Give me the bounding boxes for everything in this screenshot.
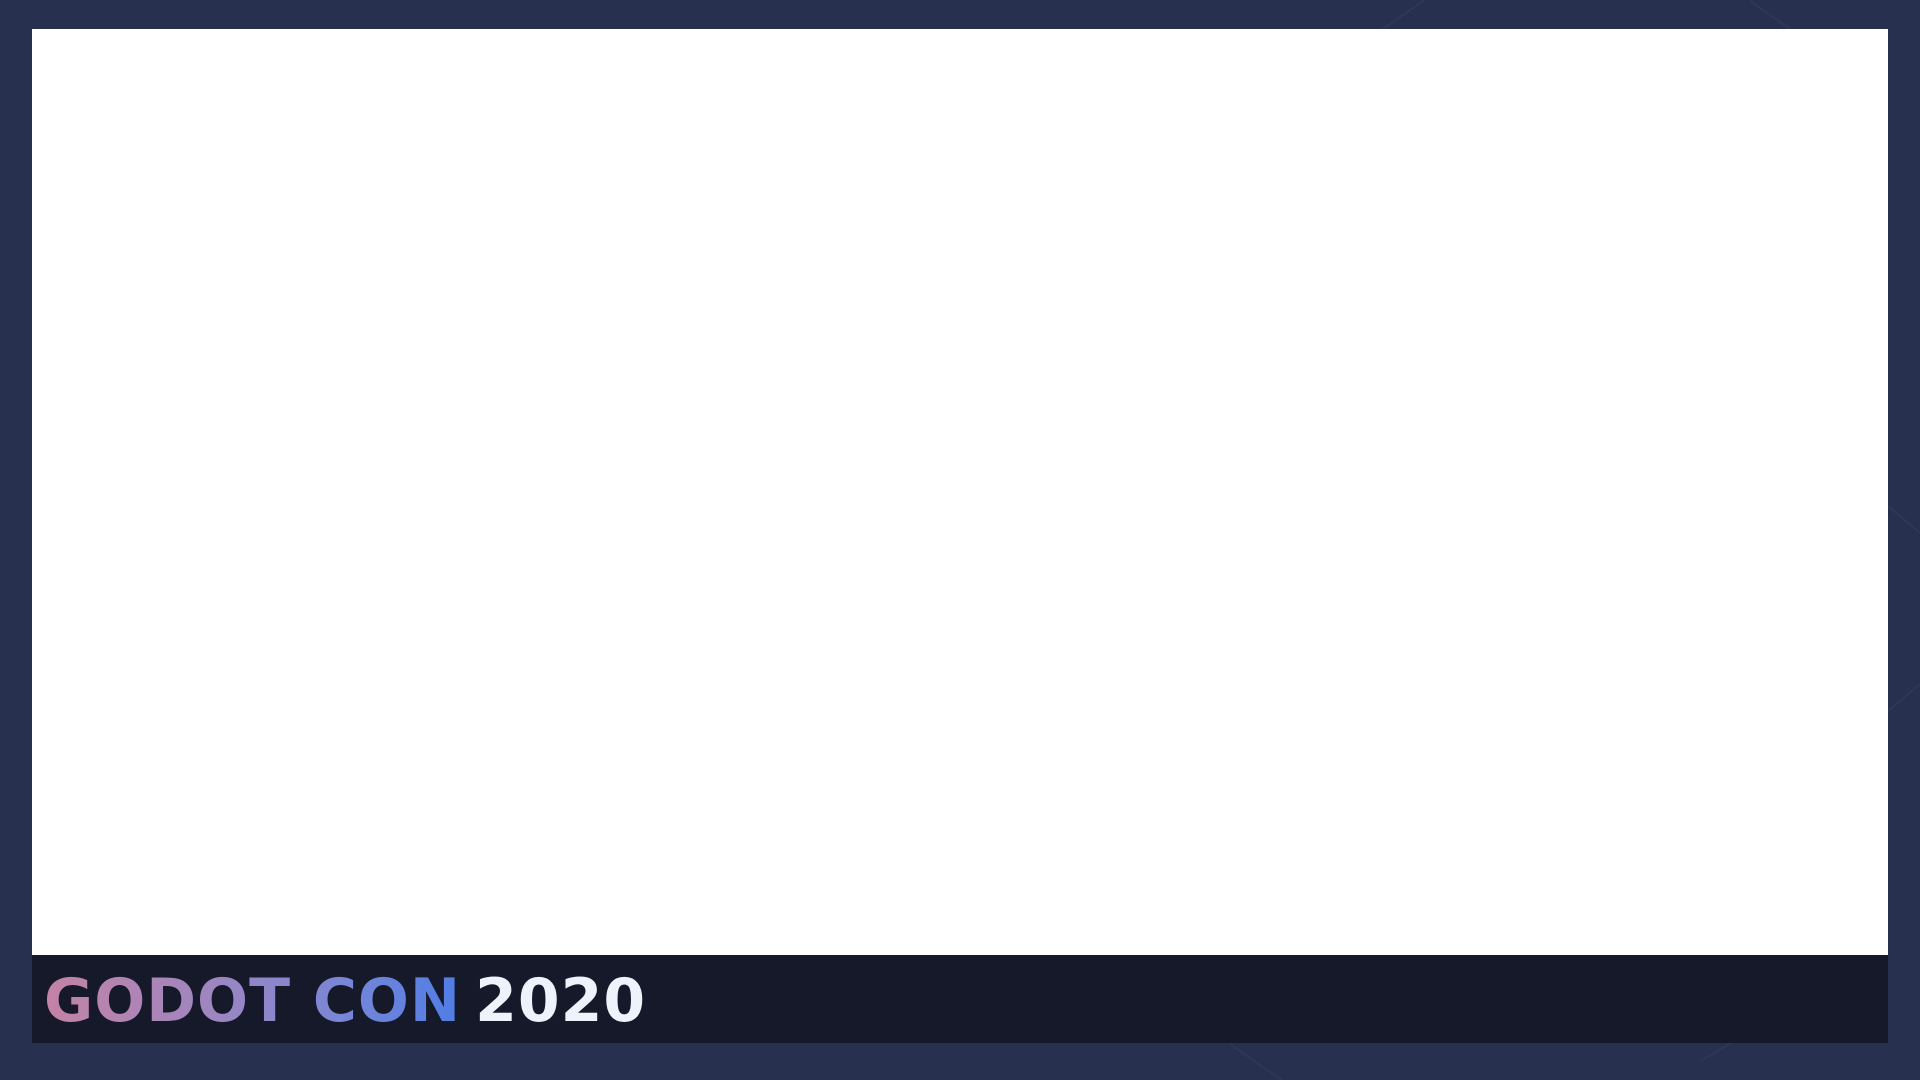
event-name: GODOT CON (44, 966, 462, 1036)
video-content-area (32, 29, 1888, 955)
stream-overlay-frame: GODOT CON 2020 (0, 0, 1920, 1080)
decorative-line (1887, 505, 1920, 546)
decorative-line (1229, 1043, 1297, 1080)
decorative-line (1887, 671, 1920, 712)
decorative-line (1379, 0, 1455, 32)
event-logo: GODOT CON 2020 (44, 971, 646, 1031)
title-banner: GODOT CON 2020 (32, 955, 1888, 1043)
event-year: 2020 (475, 966, 647, 1036)
